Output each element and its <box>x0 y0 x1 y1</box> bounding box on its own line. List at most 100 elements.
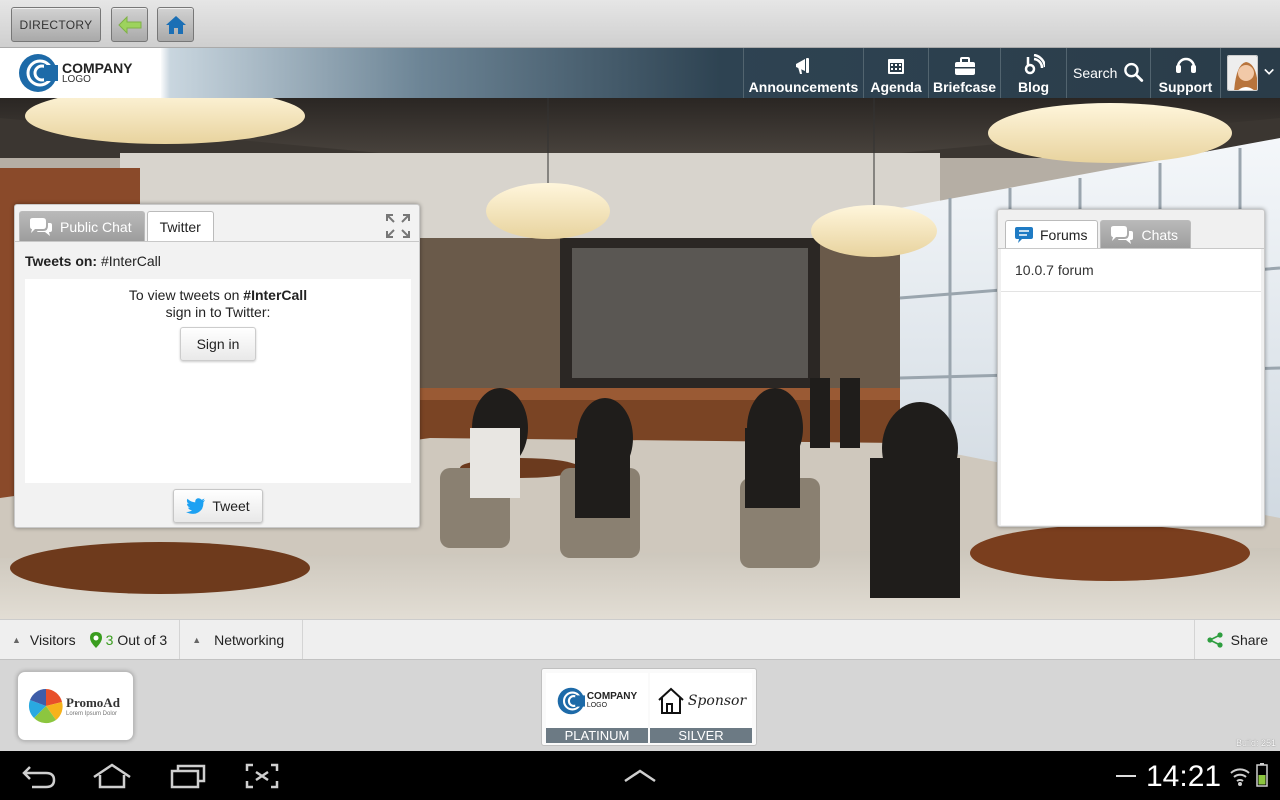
caret-up-icon: ▲ <box>192 634 202 645</box>
forum-bubble-icon <box>1015 226 1033 243</box>
tab-label: Chats <box>1141 226 1179 243</box>
networking-toggle[interactable]: ▲ Networking <box>180 619 304 660</box>
tab-twitter[interactable]: Twitter <box>146 211 214 241</box>
home-icon <box>165 15 186 34</box>
back-arrow-icon <box>117 15 141 34</box>
tab-chats[interactable]: Chats <box>1100 220 1192 248</box>
minimize-icon[interactable] <box>1116 775 1136 777</box>
main-header: COMPANY LOGO Announcements Agenda Briefc… <box>0 48 1280 98</box>
android-system-bar: 14:21 <box>0 751 1280 800</box>
panel-tabs: Public Chat Twitter <box>19 211 216 241</box>
forum-list: 10.0.7 forum <box>1001 249 1261 525</box>
build-number: Build: 251 <box>1235 738 1276 748</box>
forums-panel: Forums Chats 10.0.7 forum <box>997 209 1265 527</box>
briefcase-icon <box>954 57 975 75</box>
android-back-icon[interactable] <box>22 763 56 789</box>
main-nav: Announcements Agenda Briefcase Blog Sear… <box>743 48 1280 98</box>
virtual-lounge-scene: Public Chat Twitter Tweets on: #InterCal… <box>0 98 1280 619</box>
logo-text-line1: COMPANY <box>62 60 133 76</box>
avatar <box>1227 55 1258 91</box>
promo-subtitle: Lorem Ipsum Dolor <box>66 711 118 717</box>
visitors-count: 3 <box>105 631 114 648</box>
sponsor-strip: PromoAd Lorem Ipsum Dolor COMPANY LOGO P… <box>0 659 1280 751</box>
megaphone-icon <box>795 58 809 74</box>
sponsor-logos: COMPANY LOGO PLATINUM Sponsor SILVER <box>541 668 757 746</box>
tweets-hashtag: #InterCall <box>100 253 161 269</box>
tab-label: Forums <box>1040 226 1088 243</box>
company-logo-mark-icon <box>557 687 585 714</box>
tweets-on-heading: Tweets on: #InterCall <box>25 253 161 269</box>
nav-search[interactable]: Search <box>1066 48 1150 98</box>
sign-in-button[interactable]: Sign in <box>180 327 256 361</box>
search-icon <box>1124 62 1144 82</box>
tab-label: Public Chat <box>60 218 132 235</box>
twitter-panel: Public Chat Twitter Tweets on: #InterCal… <box>14 204 420 528</box>
signin-message-hashtag: #InterCall <box>243 287 308 303</box>
tweet-button[interactable]: Tweet <box>173 489 263 523</box>
android-home-icon[interactable] <box>92 763 132 789</box>
promo-pie-icon <box>28 688 63 724</box>
sponsor-logo: COMPANY LOGO <box>546 673 648 728</box>
share-label: Share <box>1230 632 1268 648</box>
caret-up-icon: ▲ <box>12 634 21 645</box>
nav-label: Announcements <box>748 79 859 95</box>
status-bar: ▲ Visitors 3 Out of 3 ▲ Networking Share <box>0 619 1280 660</box>
company-logo-mark-icon <box>19 54 58 92</box>
promo-title: PromoAd <box>66 695 120 710</box>
forum-list-item[interactable]: 10.0.7 forum <box>1001 249 1261 292</box>
sponsor-logo-line2: LOGO <box>586 702 608 709</box>
expand-icon[interactable] <box>385 213 411 239</box>
tab-label: Twitter <box>159 218 201 235</box>
panel-tabs: Forums Chats <box>1005 220 1193 248</box>
tab-forums[interactable]: Forums <box>1005 220 1099 248</box>
chat-bubbles-icon <box>1111 225 1134 244</box>
user-menu[interactable] <box>1220 48 1280 98</box>
calendar-icon <box>888 59 904 74</box>
nav-label: Search <box>1073 65 1118 81</box>
share-button[interactable]: Share <box>1193 620 1280 660</box>
headset-icon <box>1175 57 1196 73</box>
twitter-bird-icon <box>186 498 206 514</box>
nav-support[interactable]: Support <box>1150 48 1220 98</box>
visitors-toggle[interactable]: ▲ Visitors 3 Out of 3 <box>0 619 181 660</box>
networking-label: Networking <box>214 631 285 648</box>
chevron-up-icon[interactable] <box>623 769 657 783</box>
sponsor-tier-label: PLATINUM <box>546 728 648 743</box>
tab-divider <box>15 241 419 242</box>
visitors-total: Out of 3 <box>117 631 168 648</box>
signin-message-line1: To view tweets on #InterCall <box>25 287 411 304</box>
blog-icon <box>1024 54 1045 75</box>
home-button[interactable] <box>157 7 194 42</box>
wifi-icon <box>1230 768 1250 786</box>
battery-icon <box>1256 763 1268 787</box>
nav-announcements[interactable]: Announcements <box>743 48 863 98</box>
nav-label: Briefcase <box>932 79 997 95</box>
nav-label: Agenda <box>870 79 922 95</box>
company-logo[interactable]: COMPANY LOGO <box>0 48 161 98</box>
visitors-label: Visitors <box>29 631 76 648</box>
tweet-feed-box: To view tweets on #InterCall sign in to … <box>25 279 411 483</box>
nav-briefcase[interactable]: Briefcase <box>928 48 1000 98</box>
top-toolbar: DIRECTORY <box>0 0 1280 48</box>
logo-text-line2: LOGO <box>62 74 91 85</box>
screenshot-icon[interactable] <box>245 763 279 789</box>
chat-bubbles-icon <box>30 217 52 236</box>
share-icon <box>1207 632 1223 648</box>
tweet-button-label: Tweet <box>212 498 250 514</box>
directory-button[interactable]: DIRECTORY <box>11 7 101 42</box>
back-button[interactable] <box>111 7 148 42</box>
nav-label: Support <box>1158 79 1213 95</box>
nav-blog[interactable]: Blog <box>1000 48 1066 98</box>
android-recents-icon[interactable] <box>170 763 206 789</box>
sponsor-logo-line1: COMPANY <box>586 691 638 702</box>
location-pin-icon <box>89 631 102 648</box>
house-sketch-icon <box>658 687 684 714</box>
sponsor-tier-label: SILVER <box>650 728 752 743</box>
sponsor-platinum[interactable]: COMPANY LOGO PLATINUM <box>546 673 648 743</box>
promo-ad[interactable]: PromoAd Lorem Ipsum Dolor <box>17 671 134 741</box>
sponsor-silver[interactable]: Sponsor SILVER <box>650 673 752 743</box>
tab-public-chat[interactable]: Public Chat <box>19 211 145 241</box>
sponsor-logo: Sponsor <box>650 673 752 728</box>
nav-agenda[interactable]: Agenda <box>863 48 928 98</box>
signin-message-line2: sign in to Twitter: <box>165 304 271 320</box>
